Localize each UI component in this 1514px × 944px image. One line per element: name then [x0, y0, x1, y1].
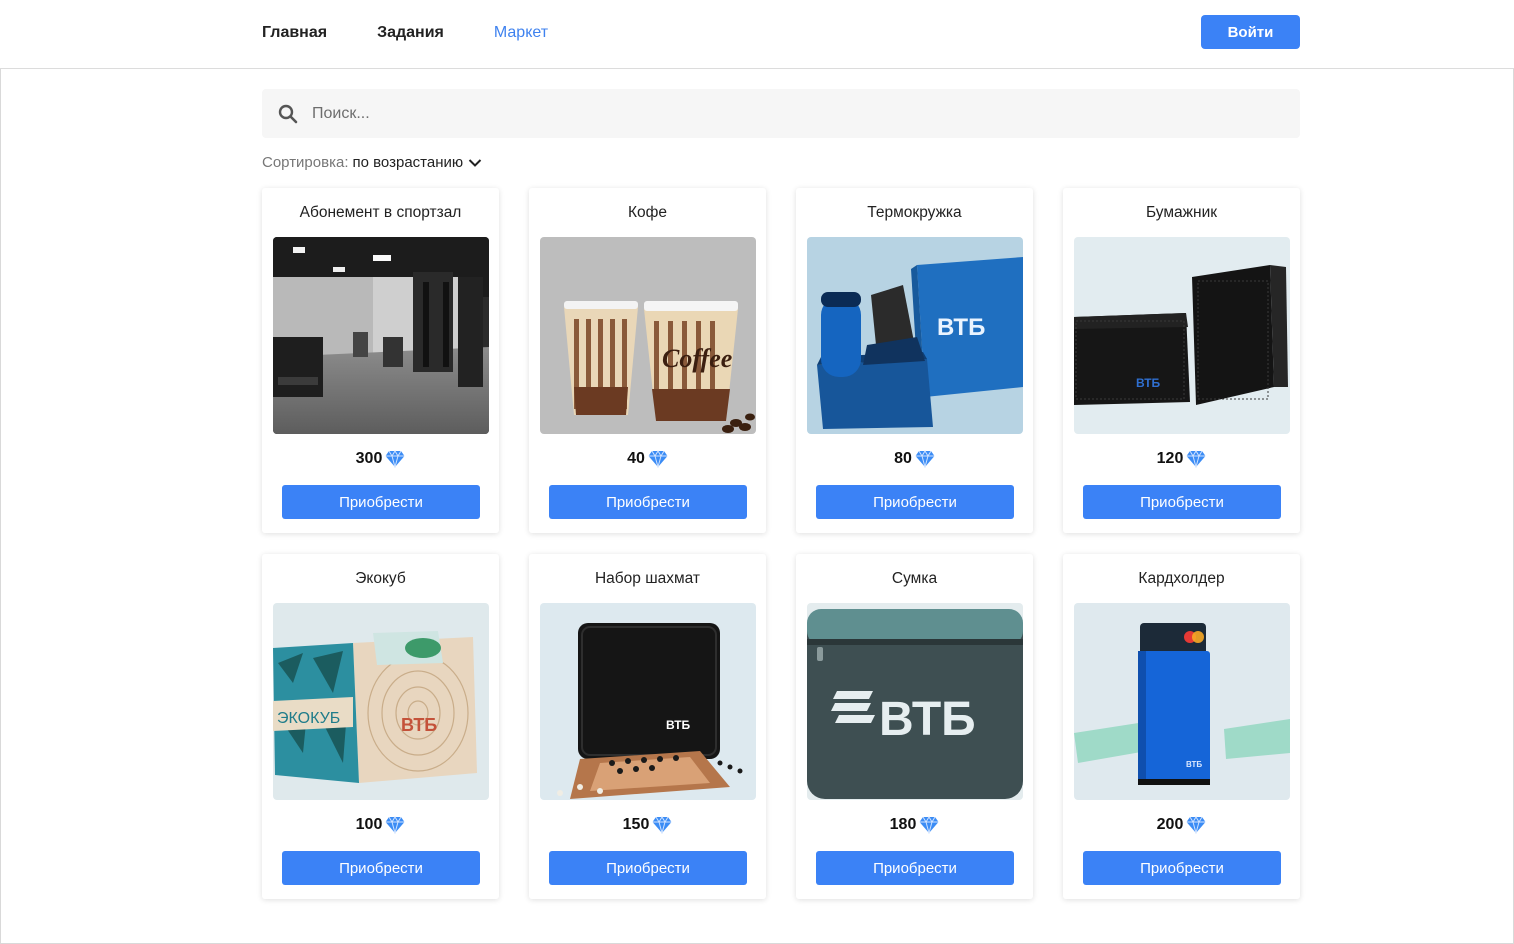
product-price: 100: [262, 816, 499, 834]
price-value: 300: [355, 450, 383, 467]
product-price: 120: [1063, 450, 1300, 468]
search-bar: [262, 89, 1300, 138]
brand-logo-text: ВТБ: [879, 693, 976, 746]
product-image-gym: [273, 237, 489, 434]
coffee-logo-text: Coffee: [662, 344, 732, 373]
brand-logo-text: ВТБ: [666, 718, 691, 732]
product-price: 40: [529, 450, 766, 468]
buy-button[interactable]: Приобрести: [816, 485, 1014, 519]
product-image-ecocube: ЭКОКУБ ВТБ: [273, 603, 489, 800]
product-title: Абонемент в спортзал: [299, 204, 462, 221]
product-image-coffee: Coffee: [540, 237, 756, 434]
product-title: Бумажник: [1145, 204, 1218, 221]
product-title: Сумка: [891, 570, 938, 587]
price-value: 120: [1156, 450, 1184, 467]
brand-logo-text: ВТБ: [1136, 376, 1161, 390]
product-card: Сумка ВТБ 180 Приобрести: [796, 554, 1033, 899]
diamond-icon: [1186, 450, 1206, 468]
product-card: Экокуб ЭКОКУБ ВТБ 100 Приобрести: [262, 554, 499, 899]
product-price: 180: [796, 816, 1033, 834]
price-value: 100: [355, 816, 383, 833]
product-card: Термокружка ВТБ 80 Приобрести: [796, 188, 1033, 533]
price-value: 40: [627, 450, 645, 467]
buy-button[interactable]: Приобрести: [1083, 485, 1281, 519]
brand-logo-text: ВТБ: [937, 314, 985, 341]
search-input[interactable]: [312, 104, 1212, 123]
product-title: Кардхолдер: [1138, 570, 1225, 587]
diamond-icon: [919, 816, 939, 834]
product-card: Кардхолдер ВТБ 200 Приобрести: [1063, 554, 1300, 899]
product-card: Кофе Coffee 40 Приобрести: [529, 188, 766, 533]
product-card: Абонемент в спортзал 300 Приобрести: [262, 188, 499, 533]
buy-button[interactable]: Приобрести: [816, 851, 1014, 885]
product-title: Набор шахмат: [594, 570, 701, 587]
price-value: 200: [1156, 816, 1184, 833]
product-image-wallet: ВТБ: [1074, 237, 1290, 434]
buy-button[interactable]: Приобрести: [549, 485, 747, 519]
brand-logo-text: ВТБ: [401, 715, 437, 735]
diamond-icon: [652, 816, 672, 834]
diamond-icon: [385, 816, 405, 834]
diamond-icon: [648, 450, 668, 468]
brand-logo-text: ВТБ: [1186, 760, 1202, 769]
product-title: Экокуб: [355, 570, 406, 587]
nav-link-tasks[interactable]: Задания: [377, 24, 444, 42]
price-value: 180: [889, 816, 917, 833]
price-value: 80: [894, 450, 912, 467]
diamond-icon: [915, 450, 935, 468]
buy-button[interactable]: Приобрести: [1083, 851, 1281, 885]
buy-button[interactable]: Приобрести: [549, 851, 747, 885]
product-title: Термокружка: [867, 204, 962, 221]
product-price: 200: [1063, 816, 1300, 834]
main-nav: Главная Задания Маркет: [262, 0, 598, 66]
diamond-icon: [385, 450, 405, 468]
top-header: Главная Задания Маркет Войти: [0, 0, 1514, 69]
product-image-thermo-mug: ВТБ: [807, 237, 1023, 434]
product-image-bag: ВТБ: [807, 603, 1023, 800]
nav-link-home[interactable]: Главная: [262, 24, 327, 42]
product-price: 150: [529, 816, 766, 834]
sort-value[interactable]: по возрастанию: [353, 154, 464, 171]
ecocube-logo-text: ЭКОКУБ: [277, 710, 340, 727]
product-price: 80: [796, 450, 1033, 468]
search-icon: [278, 104, 298, 124]
price-value: 150: [622, 816, 650, 833]
buy-button[interactable]: Приобрести: [282, 485, 480, 519]
sort-control: Сортировка: по возрастанию: [262, 154, 482, 171]
diamond-icon: [1186, 816, 1206, 834]
product-title: Кофе: [627, 204, 668, 221]
buy-button[interactable]: Приобрести: [282, 851, 480, 885]
product-price: 300: [262, 450, 499, 468]
product-image-chess: ВТБ: [540, 603, 756, 800]
product-image-cardholder: ВТБ: [1074, 603, 1290, 800]
nav-link-market[interactable]: Маркет: [494, 24, 548, 42]
sort-label: Сортировка:: [262, 154, 349, 171]
login-button[interactable]: Войти: [1201, 15, 1300, 49]
product-card: Набор шахмат ВТБ 150 Приобрести: [529, 554, 766, 899]
product-card: Бумажник ВТБ 120 Приобрести: [1063, 188, 1300, 533]
chevron-down-icon[interactable]: [468, 158, 482, 168]
